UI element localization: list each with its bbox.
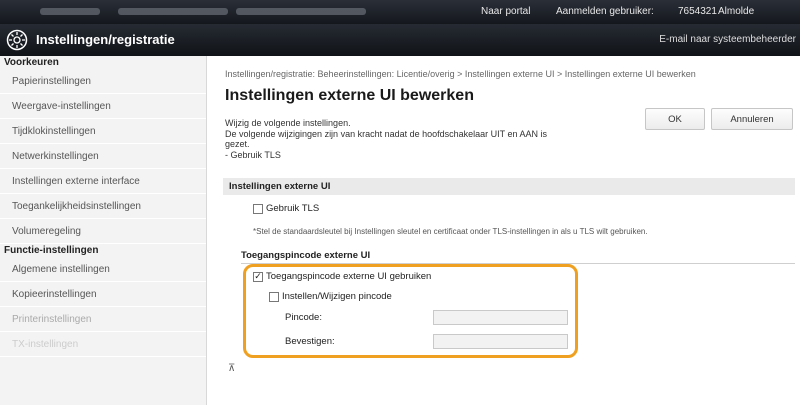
confirm-input[interactable]	[433, 334, 568, 349]
settings-logo-icon	[6, 29, 28, 51]
sidebar-item-volume[interactable]: Volumeregeling	[0, 219, 206, 244]
sidebar-item-tx[interactable]: TX-instellingen	[0, 332, 206, 357]
description-line: De volgende wijzigingen zijn van kracht …	[225, 128, 548, 139]
sidebar: Voorkeuren Papierinstellingen Weergave-i…	[0, 56, 207, 405]
use-pin-checkbox[interactable]: ✓	[253, 271, 263, 282]
page-title: Instellingen externe UI bewerken	[225, 87, 474, 104]
divider	[241, 263, 795, 264]
tls-note: *Stel de standaardsleutel bij Instelling…	[253, 227, 648, 236]
mail-admin-link[interactable]: E-mail naar systeembeheerder	[659, 34, 796, 45]
blurred-text	[40, 8, 100, 15]
description-line: Wijzig de volgende instellingen.	[225, 118, 351, 128]
sidebar-item-display[interactable]: Weergave-instellingen	[0, 94, 206, 119]
sidebar-item-copy[interactable]: Kopieerinstellingen	[0, 282, 206, 307]
app-title: Instellingen/registratie	[36, 32, 175, 47]
sidebar-section-preferences: Voorkeuren	[4, 57, 59, 68]
user-name: Almolde	[718, 6, 755, 17]
set-pin-checkbox[interactable]	[269, 291, 279, 302]
sidebar-section-functions: Functie-instellingen	[4, 245, 99, 256]
section-title: Instellingen externe UI	[223, 178, 795, 195]
blurred-text	[118, 8, 228, 15]
use-tls-label: Gebruik TLS	[266, 203, 320, 214]
pin-section-title: Toegangspincode externe UI	[241, 250, 371, 261]
sidebar-item-accessibility[interactable]: Toegankelijkheidsinstellingen	[0, 194, 206, 219]
use-pin-row[interactable]: ✓ Toegangspincode externe UI gebruiken	[253, 271, 431, 282]
use-pin-label: Toegangspincode externe UI gebruiken	[266, 271, 432, 282]
title-bar: Instellingen/registratie E-mail naar sys…	[0, 24, 800, 56]
set-pin-label: Instellen/Wijzigen pincode	[282, 291, 392, 302]
use-tls-checkbox[interactable]	[253, 203, 263, 214]
breadcrumb: Instellingen/registratie: Beheerinstelli…	[225, 69, 696, 79]
set-pin-row[interactable]: Instellen/Wijzigen pincode	[269, 291, 392, 302]
use-tls-row[interactable]: Gebruik TLS	[253, 203, 319, 214]
login-label: Aanmelden gebruiker:	[556, 6, 654, 17]
sidebar-item-printer[interactable]: Printerinstellingen	[0, 307, 206, 332]
scroll-top-icon[interactable]: ⊼	[228, 363, 235, 374]
description-line: - Gebruik TLS	[225, 149, 281, 160]
main-content: Instellingen/registratie: Beheerinstelli…	[217, 56, 800, 405]
sidebar-item-network[interactable]: Netwerkinstellingen	[0, 144, 206, 169]
ok-button[interactable]: OK	[645, 108, 705, 130]
description: Wijzig de volgende instellingen. De volg…	[225, 118, 547, 160]
sidebar-item-paper[interactable]: Papierinstellingen	[0, 69, 206, 94]
portal-link[interactable]: Naar portal	[481, 6, 530, 17]
cancel-button[interactable]: Annuleren	[711, 108, 793, 130]
pin-input[interactable]	[433, 310, 568, 325]
sidebar-item-timer[interactable]: Tijdklokinstellingen	[0, 119, 206, 144]
blurred-text	[236, 8, 366, 15]
description-line: gezet.	[225, 139, 250, 149]
pin-label: Pincode:	[285, 312, 322, 323]
sidebar-item-general[interactable]: Algemene instellingen	[0, 257, 206, 282]
top-bar: Naar portal Aanmelden gebruiker: 7654321…	[0, 0, 800, 24]
user-id: 7654321	[678, 6, 717, 17]
sidebar-item-external-interface[interactable]: Instellingen externe interface	[0, 169, 206, 194]
confirm-label: Bevestigen:	[285, 336, 335, 347]
